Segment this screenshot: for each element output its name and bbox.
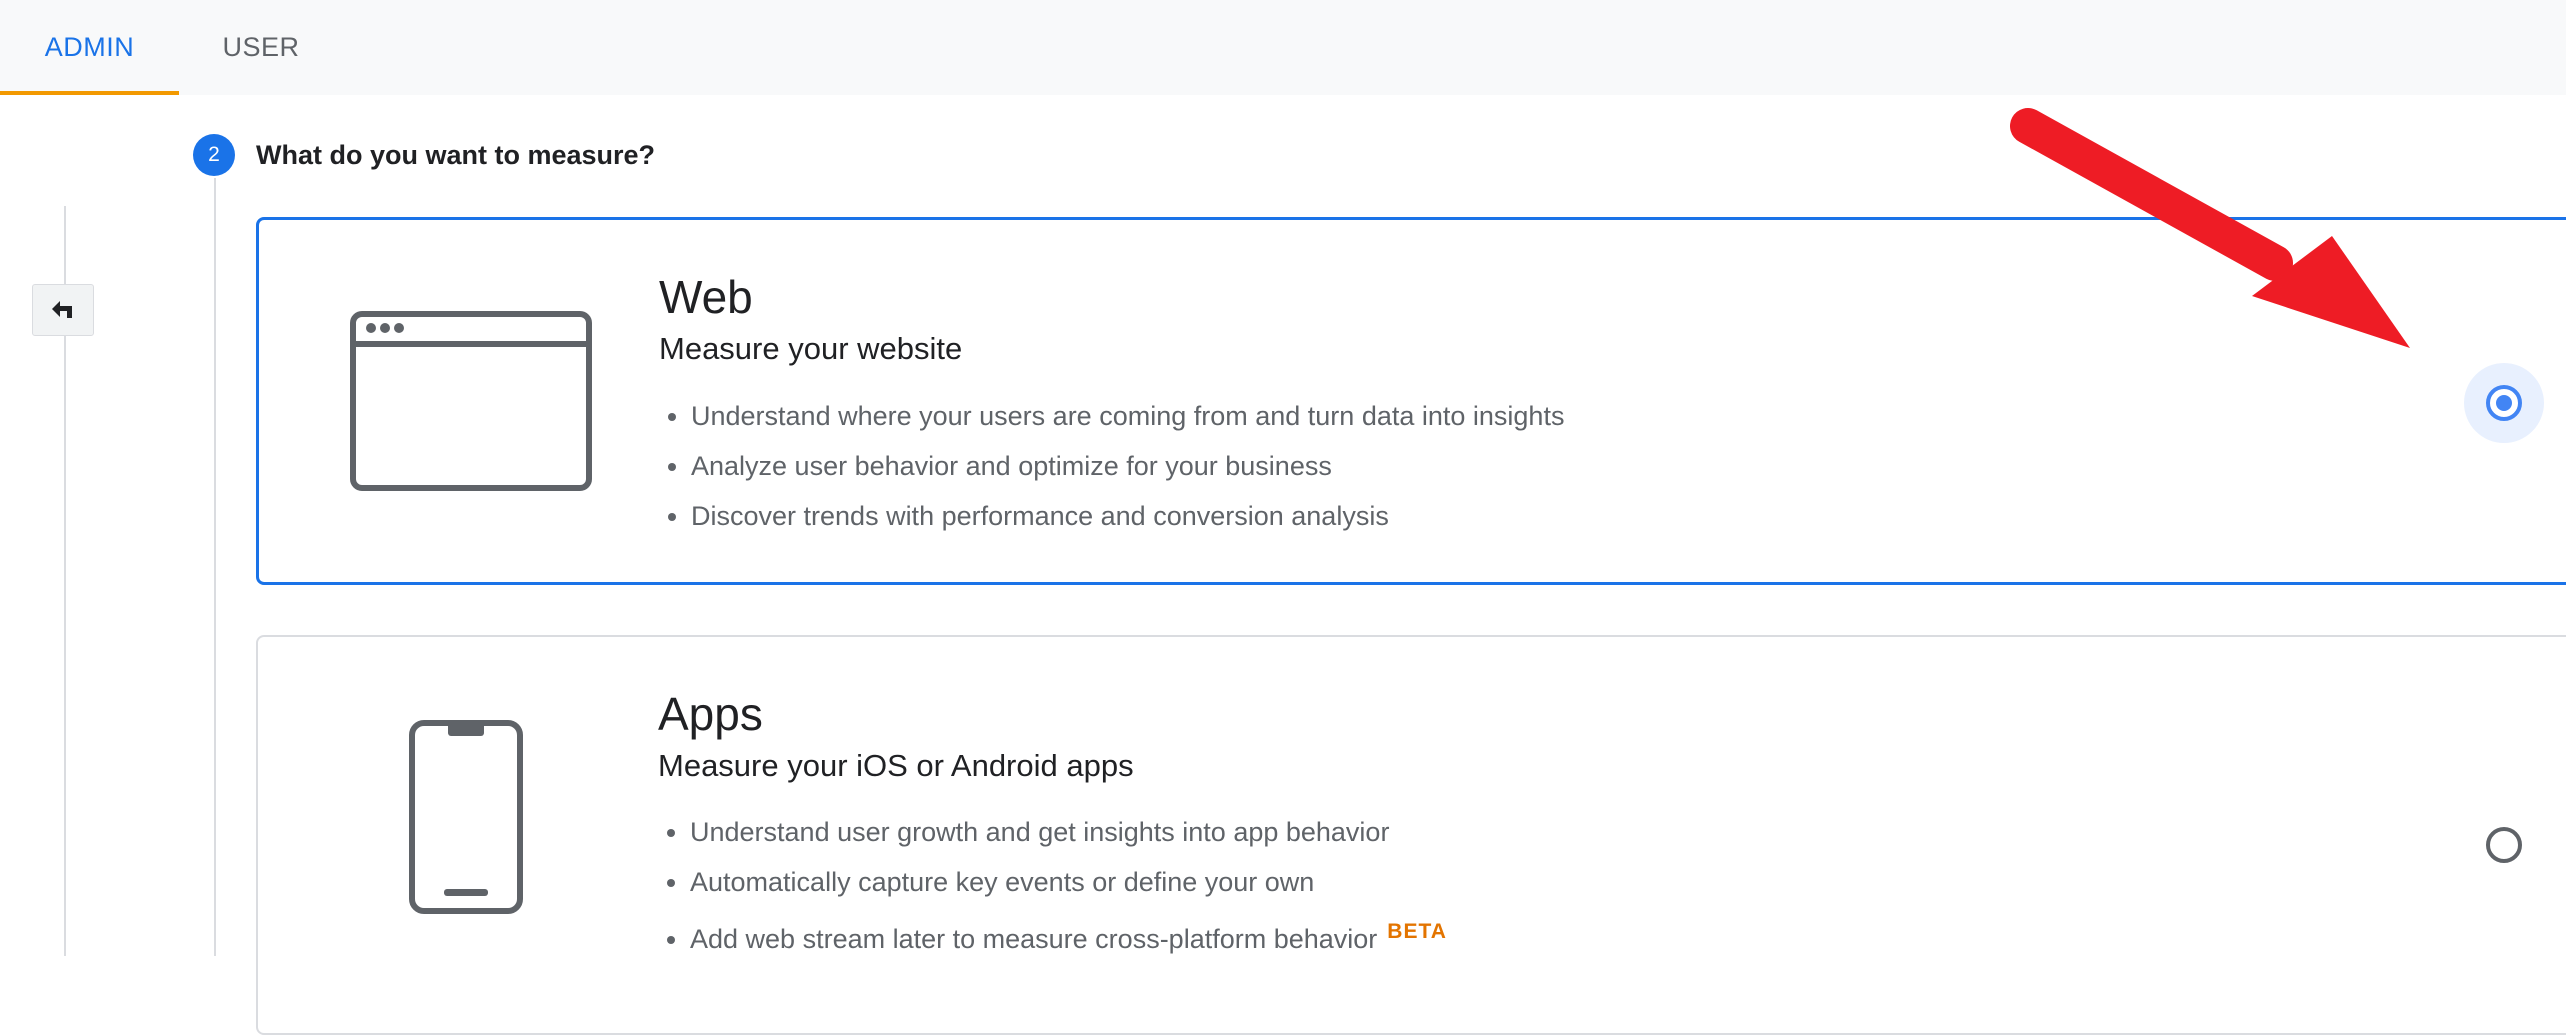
option-title: Apps: [658, 688, 763, 740]
step-title: What do you want to measure?: [256, 140, 656, 170]
beta-badge: BETA: [1387, 920, 1447, 943]
step-number-badge: 2: [193, 134, 235, 176]
option-subtitle: Measure your website: [659, 331, 963, 366]
option-bullet-list: Understand user growth and get insights …: [658, 815, 1447, 965]
tab-user[interactable]: USER: [179, 0, 343, 95]
list-item: Understand user growth and get insights …: [690, 815, 1447, 865]
smartphone-icon: [409, 720, 523, 914]
option-title: Web: [659, 271, 753, 323]
list-item: Analyze user behavior and optimize for y…: [691, 449, 1564, 499]
back-arrow-icon: [52, 301, 72, 318]
tab-bar: ADMIN USER: [0, 0, 2566, 95]
radio-apps[interactable]: [2486, 827, 2522, 863]
option-bullet-list: Understand where your users are coming f…: [659, 399, 1564, 549]
back-button[interactable]: [32, 284, 94, 336]
tab-admin[interactable]: ADMIN: [0, 0, 179, 95]
list-item: Understand where your users are coming f…: [691, 399, 1564, 449]
radio-web[interactable]: [2486, 385, 2522, 421]
list-item: Add web stream later to measure cross-pl…: [690, 915, 1447, 965]
list-item: Discover trends with performance and con…: [691, 499, 1564, 549]
list-item: Automatically capture key events or defi…: [690, 865, 1447, 915]
option-card-web[interactable]: Web Measure your website Understand wher…: [256, 217, 2566, 585]
option-card-apps[interactable]: Apps Measure your iOS or Android apps Un…: [256, 635, 2566, 1035]
browser-window-icon: [350, 311, 592, 491]
option-subtitle: Measure your iOS or Android apps: [658, 748, 1134, 783]
list-item-text: Add web stream later to measure cross-pl…: [690, 924, 1378, 954]
step-connector-line: [214, 178, 216, 956]
